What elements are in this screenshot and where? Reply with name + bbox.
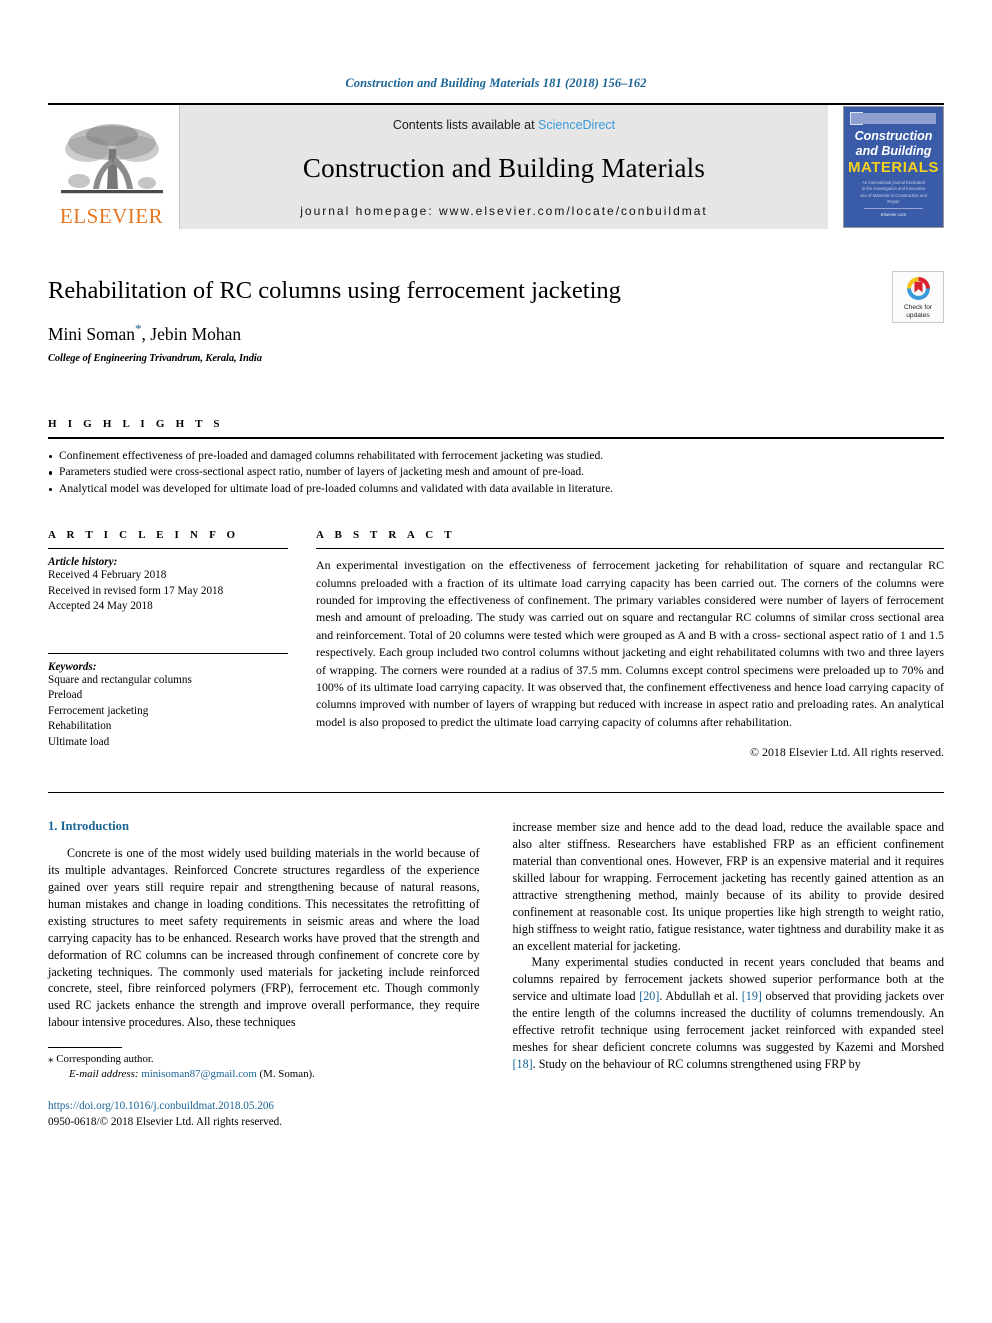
abstract-text: An experimental investigation on the eff… [316, 558, 944, 729]
title-block: Rehabilitation of RC columns using ferro… [48, 229, 944, 364]
cover-title-line2: and Building [855, 144, 932, 158]
list-item: Parameters studied were cross-sectional … [48, 464, 944, 480]
crossmark-caption: Check for updates [904, 304, 932, 319]
abstract-heading: A B S T R A C T [316, 529, 456, 542]
keywords-rule [48, 652, 288, 654]
crossmark-line2: updates [906, 311, 930, 319]
journal-homepage-link[interactable]: journal homepage: www.elsevier.com/locat… [300, 204, 708, 218]
journal-cover-thumbnail: Construction and Building MATERIALS An i… [828, 105, 944, 229]
issn-copyright-line: 0950-0618/© 2018 Elsevier Ltd. All right… [48, 1115, 283, 1128]
footnote-email-suffix: (M. Soman). [256, 1067, 315, 1080]
body-separator-rule [48, 792, 944, 794]
keyword-item: Ferrocement jacketing [48, 704, 149, 717]
masthead-center: Contents lists available at ScienceDirec… [180, 105, 828, 229]
cover-footer: Elsevier.com [864, 208, 923, 217]
crossmark-badge[interactable]: Check for updates [892, 271, 944, 323]
paragraph: increase member size and hence add to th… [512, 820, 945, 953]
affiliation: College of Engineering Trivandrum, Keral… [48, 353, 262, 364]
cover-footer-text: Elsevier.com [880, 212, 907, 217]
body-columns: 1. Introduction Concrete is one of the m… [48, 819, 944, 1130]
list-item: Confinement effectiveness of pre-loaded … [48, 448, 944, 464]
journal-masthead: ELSEVIER Contents lists available at Sci… [48, 103, 944, 229]
contents-available-line: Contents lists available at ScienceDirec… [393, 118, 615, 132]
section-title-introduction: 1. Introduction [48, 819, 129, 834]
cover-blurb: An international journal Dedicated to th… [860, 180, 927, 204]
highlights-list: Confinement effectiveness of pre-loaded … [48, 448, 944, 497]
author-list: Mini Soman*, Jebin Mohan [48, 321, 944, 345]
doi-link[interactable]: https://doi.org/10.1016/j.conbuildmat.20… [48, 1099, 480, 1115]
footnote-email-label: E-mail address: [69, 1067, 139, 1080]
cover-title-line1: Construction [854, 129, 933, 143]
footnote-rule [48, 1047, 122, 1049]
article-history-label: Article history: [48, 556, 118, 569]
keyword-item: Ultimate load [48, 735, 110, 748]
cover-title-line3: MATERIALS [848, 159, 939, 176]
citation-link[interactable]: [18] [513, 1057, 533, 1071]
keywords-label: Keywords: [48, 660, 97, 673]
abstract-rule [316, 548, 944, 550]
footnote-email-line: E-mail address: minisoman87@gmail.com (M… [48, 1068, 480, 1080]
highlights-rule [48, 437, 944, 439]
body-column-left: 1. Introduction Concrete is one of the m… [48, 819, 480, 1130]
running-head: Construction and Building Materials 181 … [345, 76, 647, 90]
footnote-email-link[interactable]: minisoman87@gmail.com [141, 1068, 257, 1080]
highlights-heading: H I G H L I G H T S [48, 418, 224, 430]
history-revised: Received in revised form 17 May 2018 [48, 584, 224, 597]
keyword-item: Rehabilitation [48, 720, 112, 733]
author-primary: Mini Soman [48, 324, 136, 344]
paragraph-part: . Abdullah et al. [659, 989, 742, 1004]
article-info-heading: A R T I C L E I N F O [48, 529, 240, 542]
abstract-column: A B S T R A C T An experimental investig… [316, 529, 944, 760]
paragraph-with-references: Many experimental studies conducted in r… [513, 954, 945, 1072]
page-content: Rehabilitation of RC columns using ferro… [48, 229, 944, 1130]
cover-top-bar [851, 113, 936, 124]
article-info-rule [48, 548, 288, 550]
citation-link[interactable]: [19] [742, 989, 762, 1003]
abstract-copyright: © 2018 Elsevier Ltd. All rights reserved… [750, 745, 944, 760]
footnote-star-marker: ⁎ [48, 1053, 54, 1066]
footnote-corresponding-author: ⁎ Corresponding author. [48, 1052, 480, 1068]
cover-image: Construction and Building MATERIALS An i… [843, 106, 944, 228]
sciencedirect-link[interactable]: ScienceDirect [538, 118, 615, 132]
keyword-item: Square and rectangular columns [48, 673, 192, 686]
footnote-corresponding-text: Corresponding author. [56, 1053, 154, 1066]
elsevier-logo: ELSEVIER [48, 105, 180, 229]
cover-footer-rule [864, 208, 923, 209]
history-accepted: Accepted 24 May 2018 [48, 600, 153, 613]
keywords-block: Keywords: Square and rectangular columns… [48, 652, 288, 750]
crossmark-icon [906, 276, 930, 300]
keyword-item: Preload [48, 689, 83, 702]
article-info-column: A R T I C L E I N F O Article history: R… [48, 529, 316, 760]
body-column-right: increase member size and hence add to th… [513, 819, 945, 1130]
elsevier-wordmark: ELSEVIER [59, 204, 164, 228]
paragraph-part: . Study on the behaviour of RC columns s… [532, 1057, 861, 1072]
page-title: Rehabilitation of RC columns using ferro… [48, 277, 621, 304]
list-item: Analytical model was developed for ultim… [48, 481, 944, 497]
crossmark-line1: Check for [903, 303, 933, 311]
paper-page: Construction and Building Materials 181 … [0, 0, 992, 1323]
citation-link[interactable]: [20] [639, 989, 659, 1003]
doi-block: https://doi.org/10.1016/j.conbuildmat.20… [48, 1099, 480, 1130]
info-abstract-row: A R T I C L E I N F O Article history: R… [48, 529, 944, 760]
footnotes-block: ⁎ Corresponding author. E-mail address: … [48, 1047, 480, 1130]
history-received: Received 4 February 2018 [48, 569, 167, 582]
elsevier-tree-icon [60, 124, 163, 194]
contents-prefix: Contents lists available at [392, 118, 539, 132]
paragraph: Concrete is one of the most widely used … [48, 846, 480, 1030]
author-secondary: , Jebin Mohan [141, 324, 242, 344]
journal-title: Construction and Building Materials [302, 152, 706, 183]
highlights-section: H I G H L I G H T S Confinement effectiv… [48, 418, 944, 497]
